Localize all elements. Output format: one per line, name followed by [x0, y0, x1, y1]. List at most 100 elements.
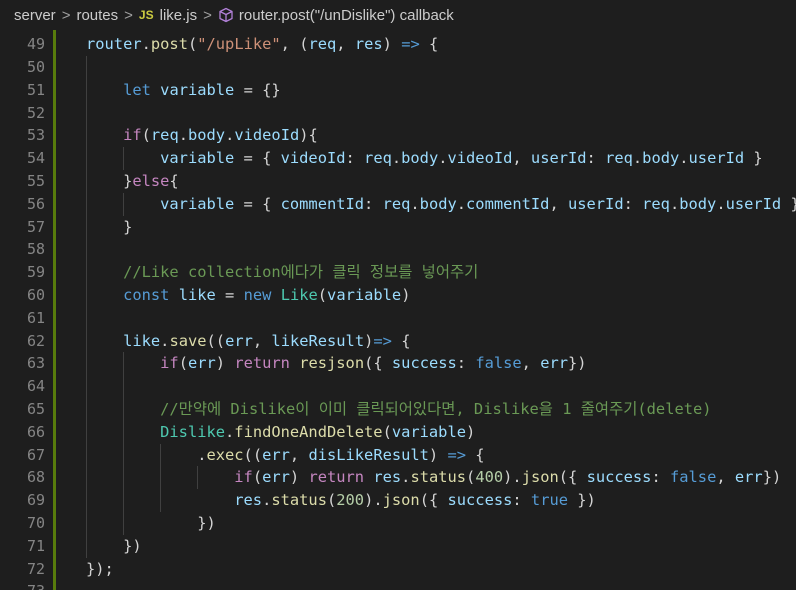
code-token: success — [391, 354, 457, 373]
code-token: => — [401, 35, 420, 54]
code-token: ( — [187, 35, 198, 54]
code-line[interactable]: variable = { commentId: req.body.comment… — [86, 193, 796, 216]
code-line[interactable]: } — [86, 216, 132, 239]
code-token: json — [382, 491, 420, 510]
code-token: findOneAndDelete — [234, 422, 383, 441]
code-token: res — [373, 468, 402, 487]
code-token: variable — [160, 194, 235, 213]
code-line[interactable]: variable = { videoId: req.body.videoId, … — [86, 147, 763, 170]
code-token: err — [262, 445, 290, 464]
code-token: err — [262, 468, 290, 487]
line-number: 60 — [26, 286, 45, 304]
line-number: 52 — [26, 103, 45, 122]
code-token: . — [225, 126, 235, 145]
code-token: } — [781, 195, 796, 213]
breadcrumb-item-server[interactable]: server — [14, 7, 56, 24]
code-token: . — [716, 194, 726, 213]
code-token: post — [150, 35, 188, 54]
code-line[interactable]: //만약에 Dislike이 이미 클릭되어있다면, Dislike을 1 줄여… — [86, 398, 712, 421]
code-line[interactable]: let variable = {} — [86, 79, 281, 102]
line-number: 73 — [0, 580, 45, 590]
code-token: req — [605, 149, 633, 168]
code-token: . — [410, 194, 420, 213]
code-line[interactable]: .exec((err, disLikeResult) => { — [86, 444, 484, 467]
code-line[interactable]: res.status(200).json({ success: true }) — [86, 489, 596, 512]
breadcrumb-item-symbol[interactable]: router.post("/unDislike") callback — [239, 7, 454, 24]
code-token: ) — [382, 35, 402, 54]
code-token: json — [521, 468, 559, 487]
code-token: ) — [401, 286, 411, 304]
indent-guide — [123, 147, 124, 170]
code-line[interactable]: if(err) return res.status(400).json({ su… — [86, 466, 781, 489]
line-number: 65 — [26, 400, 45, 418]
line-number: 61 — [26, 308, 45, 327]
code-token: body — [642, 149, 680, 168]
code-token: videoId — [280, 149, 346, 168]
line-number: 67 — [26, 445, 45, 464]
code-line[interactable]: Dislike.findOneAndDelete(variable) — [86, 421, 475, 444]
line-number: 51 — [26, 80, 45, 99]
code-token: }) — [568, 491, 596, 510]
code-token: { — [391, 331, 411, 350]
breadcrumb: server > routes > JS like.js > router.po… — [0, 0, 796, 30]
code-token: err — [187, 354, 216, 373]
method-cube-icon — [218, 7, 234, 23]
code-line[interactable]: if(err) return resjson({ success: false,… — [86, 352, 587, 375]
code-line[interactable]: if(req.body.videoId){ — [86, 124, 318, 147]
code-token: , — [289, 445, 309, 464]
code-line[interactable]: }); — [86, 558, 114, 581]
code-line[interactable]: router.post("/upLike", (req, res) => { — [86, 33, 438, 56]
code-token: , — [521, 354, 541, 373]
code-token: => — [373, 331, 392, 350]
code-token: }) — [568, 354, 587, 373]
chevron-right-icon: > — [203, 6, 212, 24]
code-token: ( — [178, 354, 188, 373]
code-token: 200 — [336, 491, 365, 510]
code-token: = { — [234, 194, 281, 213]
code-token: res — [234, 491, 263, 510]
line-number: 57 — [26, 217, 45, 236]
code-token: { — [419, 35, 439, 54]
code-token: ({ — [364, 354, 392, 373]
code-token: , — [549, 194, 568, 213]
code-editor[interactable]: 49 50 51 52 53 54 55 56 57 58 59 60 61 62 63 64 65 66 67 68… — [0, 30, 796, 590]
code-token: . — [438, 149, 448, 168]
code-token: (( — [243, 445, 263, 464]
code-token: = { — [234, 149, 281, 168]
code-line[interactable]: const like = new Like(variable) — [86, 284, 410, 307]
code-token: true — [530, 491, 568, 510]
code-token: req — [382, 194, 411, 213]
code-token: let — [123, 80, 151, 99]
breadcrumb-item-routes[interactable]: routes — [76, 7, 118, 24]
code-token: . — [669, 194, 680, 213]
line-number: 53 — [26, 126, 45, 145]
code-token: , — [512, 149, 531, 168]
code-token: : — [512, 491, 531, 510]
code-token: videoId — [234, 126, 300, 145]
code-token: if — [123, 126, 142, 145]
code-line[interactable]: }) — [86, 535, 142, 558]
code-token: : — [345, 149, 365, 168]
code-token: }) — [86, 536, 142, 555]
code-token: = {} — [234, 80, 281, 99]
code-token: variable — [391, 422, 466, 441]
code-token: . — [262, 491, 272, 510]
breadcrumb-item-file[interactable]: like.js — [160, 7, 198, 24]
code-line[interactable]: }) — [86, 512, 216, 535]
chevron-right-icon: > — [124, 6, 133, 24]
line-number: 69 — [26, 491, 45, 510]
code-token: : — [456, 354, 476, 373]
code-line[interactable]: like.save((err, likeResult)=> { — [86, 330, 410, 353]
code-token: //만약에 Dislike이 이미 클릭되어있다면, Dislike을 1 줄여… — [160, 400, 712, 418]
code-token: exec — [206, 445, 244, 464]
code-line[interactable]: //Like collection에다가 클릭 정보를 넣어주기 — [86, 261, 478, 284]
code-line[interactable]: }else{ — [86, 170, 179, 193]
code-token: . — [86, 445, 207, 464]
code-token: 400 — [475, 468, 504, 487]
code-token: , — [716, 468, 735, 487]
code-token: ) — [428, 445, 448, 464]
code-token: { — [169, 172, 179, 190]
